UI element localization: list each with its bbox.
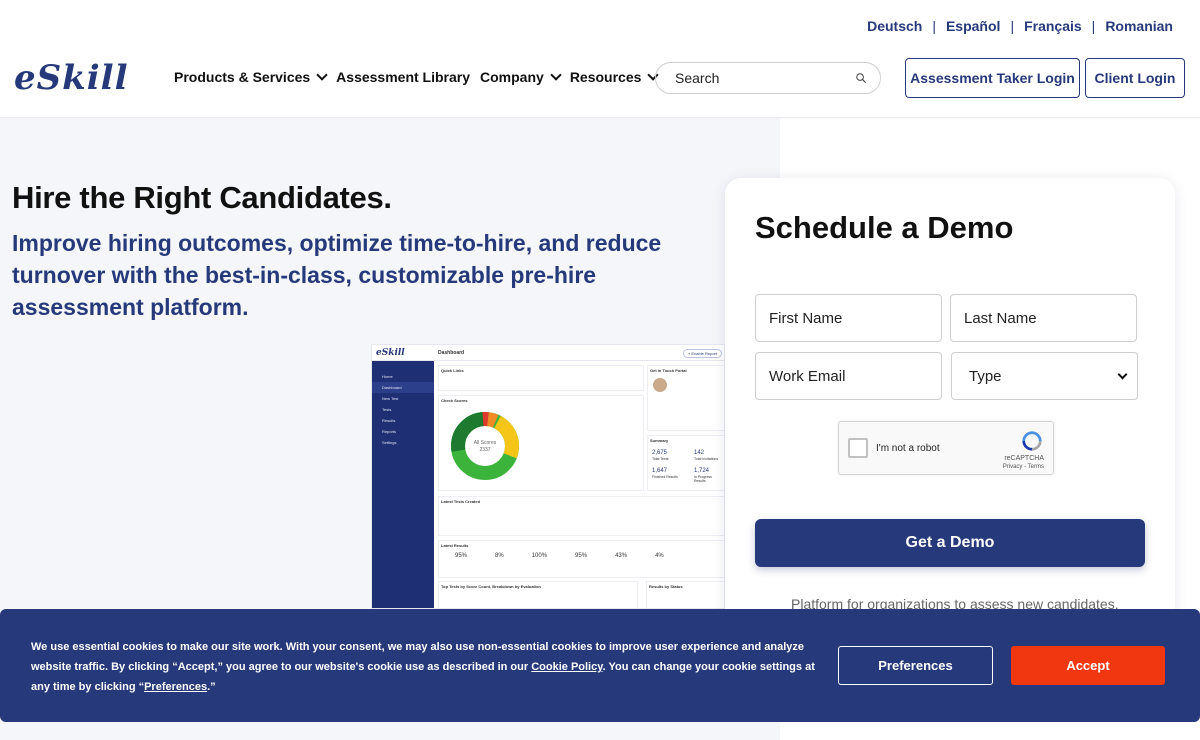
cookie-message: We use essential cookies to make our sit…: [31, 637, 821, 697]
panel-title: Check Scores: [441, 398, 468, 403]
lang-romanian[interactable]: Romanian: [1105, 18, 1173, 34]
lang-francais[interactable]: Français: [1024, 18, 1082, 34]
search-icon[interactable]: [856, 70, 866, 86]
form-title: Schedule a Demo: [755, 210, 1014, 245]
chevron-down-icon: [316, 69, 328, 81]
summary-value: 1,724: [694, 468, 710, 474]
nav-label: Products & Services: [174, 69, 311, 85]
nav-label: Company: [480, 69, 544, 85]
cookie-text-part: .”: [207, 681, 216, 693]
chevron-down-icon: [1117, 369, 1128, 379]
chevron-down-icon: [550, 69, 562, 81]
scores-donut-chart: All Scores 2337: [451, 412, 519, 480]
nav-products-services[interactable]: Products & Services: [174, 69, 328, 85]
panel-title: Top Tests by Score Count, Breakdown by E…: [441, 584, 541, 589]
lang-separator: |: [1091, 18, 1096, 34]
nav-resources[interactable]: Resources: [569, 69, 660, 85]
recaptcha-terms[interactable]: Privacy - Terms: [1003, 464, 1044, 470]
result-percent: 4%: [655, 553, 664, 559]
panel-title: Summary: [650, 438, 669, 443]
nav-company[interactable]: Company: [480, 69, 562, 85]
nav-label: Resources: [569, 69, 642, 85]
dashboard-sidebar: Home Dashboard New Test Tests Results Re…: [372, 361, 434, 608]
language-bar: Deutsch | Español | Français | Romanian: [867, 18, 1173, 34]
type-select[interactable]: Type: [951, 352, 1138, 400]
recaptcha-label: I'm not a robot: [876, 443, 940, 454]
nav-assessment-library[interactable]: Assessment Library: [336, 69, 470, 85]
work-email-field[interactable]: [755, 352, 942, 400]
dashboard-screenshot: eSkill Dashboard + Enable Report Home Da…: [371, 344, 725, 609]
donut-center-value: 2337: [479, 447, 490, 453]
latest-results-row: 95% 8% 100% 95% 43% 4%: [455, 553, 664, 559]
quick-links-panel: Quick Links: [438, 365, 644, 391]
check-scores-panel: Check Scores All Scores 2337: [438, 395, 644, 491]
summary-label: Finished Results: [652, 475, 678, 479]
assessment-taker-login-button[interactable]: Assessment Taker Login: [905, 58, 1080, 98]
dashboard-sidebar-item: New Test: [382, 396, 399, 401]
results-status-panel: Results by Status: [646, 581, 724, 608]
nav-label: Assessment Library: [336, 69, 471, 85]
summary-label: Total Tests: [652, 457, 669, 461]
summary-value: 142: [694, 450, 705, 456]
first-name-field[interactable]: [755, 294, 942, 342]
search-input[interactable]: [675, 70, 856, 86]
result-percent: 95%: [575, 553, 588, 559]
avatar: [653, 378, 667, 392]
site-header: eSkill Products & Services Assessment Li…: [0, 45, 1200, 117]
recaptcha-icon: [1022, 431, 1042, 451]
main-nav: Products & Services Assessment Library C…: [174, 69, 660, 85]
dashboard-sidebar-item: Reports: [382, 429, 397, 434]
result-percent: 43%: [615, 553, 628, 559]
dashboard-sidebar-item: Settings: [382, 440, 397, 445]
dashboard-sidebar-item: Tests: [382, 407, 392, 412]
dashboard-title: Dashboard: [438, 350, 465, 356]
recaptcha-checkbox[interactable]: [848, 438, 868, 458]
hero-subtitle: Improve hiring outcomes, optimize time-t…: [12, 230, 662, 320]
dashboard-sidebar-item: Dashboard: [372, 382, 434, 393]
latest-tests-panel: Latest Tests Created: [438, 496, 724, 536]
type-select-value: Type: [969, 367, 1002, 385]
hero-title: Hire the Right Candidates.: [12, 180, 392, 215]
eskill-logo[interactable]: eSkill: [14, 58, 129, 98]
top-tests-panel: Top Tests by Score Count, Breakdown by E…: [438, 581, 638, 608]
accept-button[interactable]: Accept: [1011, 646, 1165, 685]
dashboard-sidebar-item: Results: [382, 418, 396, 423]
lang-deutsch[interactable]: Deutsch: [867, 18, 922, 34]
result-percent: 8%: [495, 553, 504, 559]
recaptcha-brand: reCAPTCHA: [1004, 455, 1044, 462]
preferences-link[interactable]: Preferences: [144, 681, 207, 693]
cookie-policy-link[interactable]: Cookie Policy: [531, 661, 602, 673]
header-divider: [0, 117, 1200, 119]
summary-label: Total Invitations: [694, 457, 719, 461]
dashboard-topbar: eSkill Dashboard + Enable Report: [372, 345, 724, 361]
summary-panel: Summary 2,675 Total Tests 142 Total Invi…: [647, 435, 724, 491]
dashboard-badge: + Enable Report: [682, 349, 722, 358]
donut-center-label: All Scores: [474, 440, 497, 446]
schedule-demo-card: Schedule a Demo Type I'm not a robot reC…: [725, 178, 1175, 648]
dashboard-sidebar-item: Home: [382, 374, 393, 379]
get-a-demo-button[interactable]: Get a Demo: [755, 519, 1145, 567]
last-name-field[interactable]: [950, 294, 1137, 342]
summary-value: 1,647: [652, 468, 668, 474]
lang-separator: |: [1010, 18, 1015, 34]
preferences-button[interactable]: Preferences: [838, 646, 993, 685]
panel-title: Latest Tests Created: [441, 499, 481, 504]
summary-label: In Progress Results: [694, 475, 712, 483]
panel-title: Latest Results: [441, 543, 469, 548]
latest-results-panel: Latest Results 95% 8% 100% 95% 43% 4%: [438, 540, 724, 578]
lang-espanol[interactable]: Español: [946, 18, 1000, 34]
contact-panel: Get in Touch Portal: [647, 365, 724, 431]
result-percent: 95%: [455, 553, 468, 559]
lang-separator: |: [932, 18, 936, 34]
client-login-button[interactable]: Client Login: [1085, 58, 1185, 98]
summary-value: 2,675: [652, 450, 668, 456]
panel-title: Get in Touch Portal: [650, 368, 687, 373]
dashboard-logo: eSkill: [376, 348, 405, 358]
result-percent: 100%: [531, 553, 548, 559]
recaptcha-widget: I'm not a robot reCAPTCHA Privacy - Term…: [838, 421, 1054, 475]
search-box: [655, 62, 881, 94]
panel-title: Results by Status: [649, 584, 683, 589]
cookie-banner: We use essential cookies to make our sit…: [0, 609, 1200, 722]
panel-title: Quick Links: [441, 368, 464, 373]
